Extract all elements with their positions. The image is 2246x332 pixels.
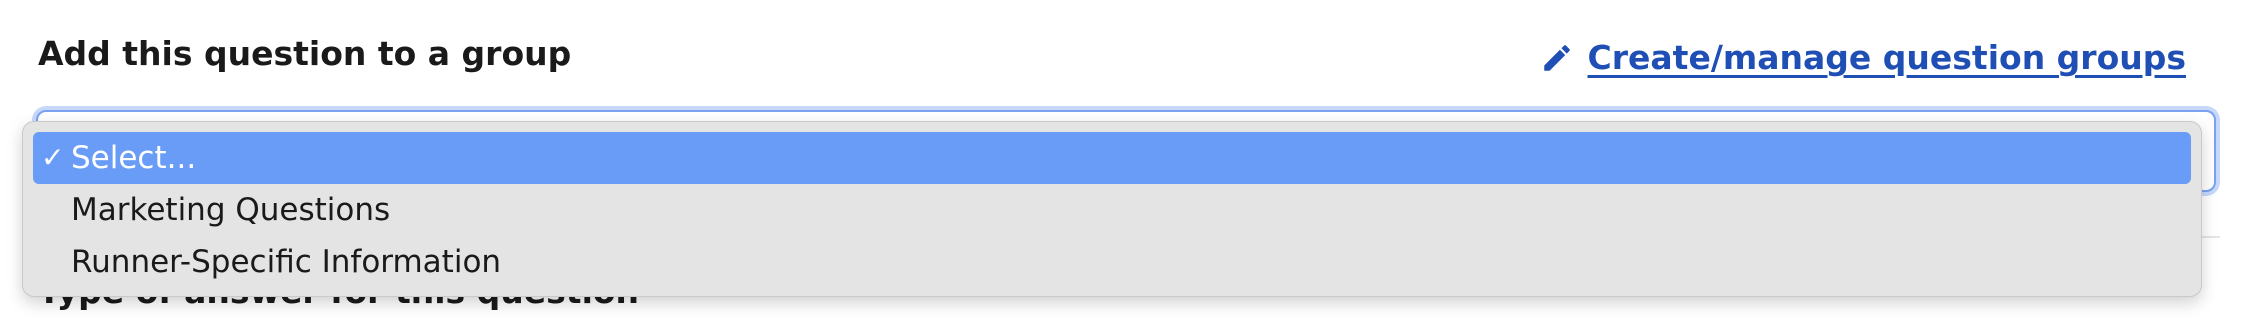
dropdown-option-label: Runner-Specific Information (71, 244, 502, 280)
pencil-icon (1540, 41, 1574, 75)
group-field-label: Add this question to a group (38, 34, 572, 73)
create-manage-groups-link[interactable]: Create/manage question groups (1540, 34, 2186, 82)
dropdown-option-select[interactable]: ✓ Select... (33, 132, 2191, 184)
dropdown-option-marketing-questions[interactable]: Marketing Questions (33, 184, 2191, 236)
question-group-dropdown-menu: ✓ Select... Marketing Questions Runner-S… (22, 121, 2202, 297)
dropdown-option-label: Select... (71, 140, 197, 176)
page: Add this question to a group Create/mana… (0, 0, 2246, 332)
dropdown-option-label: Marketing Questions (71, 192, 391, 228)
checkmark-icon: ✓ (41, 141, 65, 174)
create-manage-groups-link-text[interactable]: Create/manage question groups (1588, 34, 2186, 82)
dropdown-option-runner-specific-information[interactable]: Runner-Specific Information (33, 236, 2191, 288)
